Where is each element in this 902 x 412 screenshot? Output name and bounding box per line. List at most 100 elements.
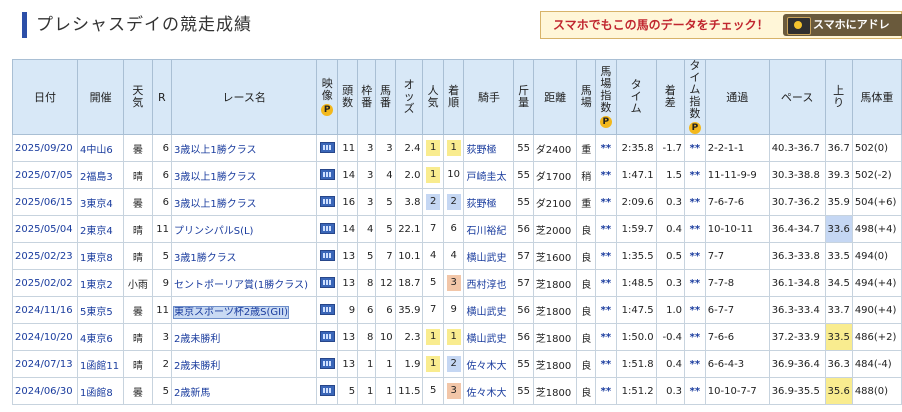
cell-jockey[interactable]: 横山武史 [463, 296, 515, 324]
col-header-9[interactable]: オッズ [394, 59, 424, 135]
video-icon[interactable] [319, 250, 335, 262]
cell-kaisai[interactable]: 4中山6 [77, 134, 125, 162]
date-value[interactable]: 2025/09/20 [15, 143, 73, 154]
cell-jockey[interactable]: 戸崎圭太 [463, 161, 515, 189]
cell-kaisai[interactable]: 2東京4 [77, 215, 125, 243]
race-name-value[interactable]: 3歳以上1勝クラス [174, 172, 257, 183]
race-name-value[interactable]: プリンシパルS(L) [174, 226, 253, 237]
col-header-11[interactable]: 着順 [442, 59, 465, 135]
kaisai-value[interactable]: 3東京4 [80, 199, 113, 210]
cell-kaisai[interactable]: 1東京2 [77, 269, 125, 297]
kaisai-value[interactable]: 1函館8 [80, 388, 113, 399]
kaisai-value[interactable]: 2東京4 [80, 226, 113, 237]
video-icon[interactable] [319, 223, 335, 235]
cell-date[interactable]: 2024/06/30 [11, 377, 79, 405]
cell-jockey[interactable]: 西村淳也 [463, 269, 515, 297]
cell-date[interactable]: 2025/05/04 [11, 215, 79, 243]
date-value[interactable]: 2025/02/02 [15, 278, 73, 289]
cell-video[interactable] [316, 296, 339, 324]
date-value[interactable]: 2025/07/05 [15, 170, 73, 181]
cell-date[interactable]: 2025/02/23 [11, 242, 79, 270]
cell-video[interactable] [316, 134, 339, 162]
kaisai-value[interactable]: 1東京2 [80, 280, 113, 291]
date-value[interactable]: 2025/02/23 [15, 251, 73, 262]
banner-text[interactable]: スマホでもこの馬のデータをチェック！ [553, 12, 769, 38]
cell-date[interactable]: 2024/07/13 [11, 350, 79, 378]
jockey-value[interactable]: 横山武史 [466, 334, 506, 345]
cell-race-name[interactable]: 3歳1勝クラス [171, 242, 318, 270]
cell-race-name[interactable]: 3歳以上1勝クラス [171, 161, 318, 189]
cell-date[interactable]: 2025/09/20 [11, 134, 79, 162]
smartphone-banner[interactable]: スマホでもこの馬のデータをチェック！ スマホにアドレ [540, 11, 902, 39]
cell-jockey[interactable]: 横山武史 [463, 323, 515, 351]
jockey-value[interactable]: 佐々木大 [466, 361, 506, 372]
jockey-value[interactable]: 荻野極 [466, 145, 496, 156]
cell-jockey[interactable]: 佐々木大 [463, 377, 515, 405]
kaisai-value[interactable]: 4中山6 [80, 145, 113, 156]
cell-video[interactable] [316, 188, 339, 216]
jockey-value[interactable]: 石川裕紀 [466, 226, 506, 237]
date-value[interactable]: 2024/06/30 [15, 386, 73, 397]
cell-race-name[interactable]: 2歳未勝利 [171, 323, 318, 351]
video-icon[interactable] [319, 196, 335, 208]
kaisai-value[interactable]: 1函館11 [80, 361, 119, 372]
cell-race-name[interactable]: 東京スポーツ杯2歳S(GII) [171, 296, 318, 324]
cell-race-name[interactable]: 3歳以上1勝クラス [171, 188, 318, 216]
cell-race-name[interactable]: 2歳新馬 [171, 377, 318, 405]
cell-video[interactable] [316, 215, 339, 243]
cell-race-name[interactable]: 3歳以上1勝クラス [171, 134, 318, 162]
cell-kaisai[interactable]: 2福島3 [77, 161, 125, 189]
race-name-value[interactable]: 3歳以上1勝クラス [174, 145, 257, 156]
video-icon[interactable] [319, 358, 335, 370]
cell-date[interactable]: 2024/10/20 [11, 323, 79, 351]
date-value[interactable]: 2025/06/15 [15, 197, 73, 208]
cell-date[interactable]: 2025/07/05 [11, 161, 79, 189]
kaisai-value[interactable]: 4東京6 [80, 334, 113, 345]
cell-race-name[interactable]: セントポーリア賞(1勝クラス) [171, 269, 318, 297]
jockey-value[interactable]: 横山武史 [466, 307, 506, 318]
cell-date[interactable]: 2025/06/15 [11, 188, 79, 216]
race-name-value[interactable]: セントポーリア賞(1勝クラス) [174, 280, 308, 291]
race-name-value[interactable]: 2歳未勝利 [174, 361, 220, 372]
cell-jockey[interactable]: 石川裕紀 [463, 215, 515, 243]
video-icon[interactable] [319, 385, 335, 397]
cell-jockey[interactable]: 佐々木大 [463, 350, 515, 378]
cell-kaisai[interactable]: 1東京8 [77, 242, 125, 270]
cell-video[interactable] [316, 377, 339, 405]
date-value[interactable]: 2024/11/16 [15, 305, 73, 316]
cell-date[interactable]: 2024/11/16 [11, 296, 79, 324]
video-icon[interactable] [319, 142, 335, 154]
cell-kaisai[interactable]: 1函館8 [77, 377, 125, 405]
cell-race-name[interactable]: プリンシパルS(L) [171, 215, 318, 243]
race-name-value[interactable]: 3歳1勝クラス [174, 253, 237, 264]
cell-video[interactable] [316, 161, 339, 189]
video-icon[interactable] [319, 331, 335, 343]
cell-jockey[interactable]: 荻野極 [463, 134, 515, 162]
cell-video[interactable] [316, 323, 339, 351]
cell-kaisai[interactable]: 5東京5 [77, 296, 125, 324]
cell-video[interactable] [316, 242, 339, 270]
cell-kaisai[interactable]: 1函館11 [77, 350, 125, 378]
jockey-value[interactable]: 戸崎圭太 [466, 172, 506, 183]
race-name-value[interactable]: 2歳未勝利 [174, 334, 220, 345]
jockey-value[interactable]: 佐々木大 [466, 388, 506, 399]
cell-jockey[interactable]: 横山武史 [463, 242, 515, 270]
cell-jockey[interactable]: 荻野極 [463, 188, 515, 216]
cell-kaisai[interactable]: 3東京4 [77, 188, 125, 216]
jockey-value[interactable]: 荻野極 [466, 199, 496, 210]
cell-date[interactable]: 2025/02/02 [11, 269, 79, 297]
kaisai-value[interactable]: 5東京5 [80, 307, 113, 318]
kaisai-value[interactable]: 2福島3 [80, 172, 113, 183]
race-name-value[interactable]: 東京スポーツ杯2歳S(GII) [173, 305, 289, 319]
date-value[interactable]: 2025/05/04 [15, 224, 73, 235]
col-header-10[interactable]: 人気 [422, 59, 444, 135]
cell-kaisai[interactable]: 4東京6 [77, 323, 125, 351]
video-icon[interactable] [319, 277, 335, 289]
cell-video[interactable] [316, 350, 339, 378]
cell-video[interactable] [316, 269, 339, 297]
date-value[interactable]: 2024/07/13 [15, 359, 73, 370]
date-value[interactable]: 2024/10/20 [15, 332, 73, 343]
smartphone-address-button[interactable]: スマホにアドレ [783, 14, 902, 36]
race-name-value[interactable]: 2歳新馬 [174, 388, 210, 399]
jockey-value[interactable]: 横山武史 [466, 253, 506, 264]
